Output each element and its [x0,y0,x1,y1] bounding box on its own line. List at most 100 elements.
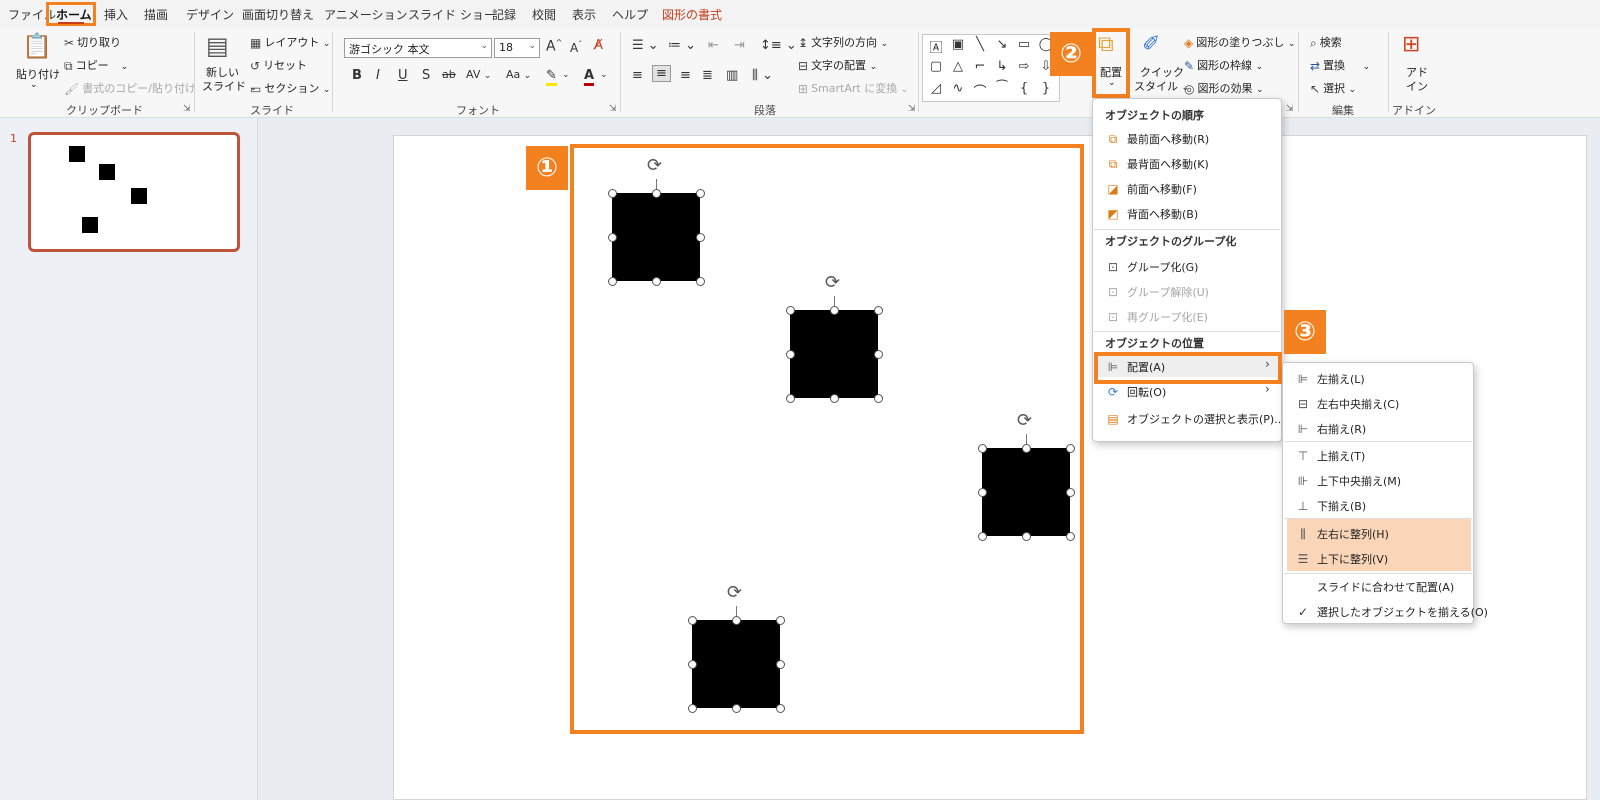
freeform-shape-icon[interactable]: ◿ [925,81,947,96]
copy-button[interactable]: ⧉ コピー ⌄ [64,57,128,74]
left-brace-shape-icon[interactable]: { [1013,81,1035,96]
menu-regroup[interactable]: ⊡ 再グループ化(E) [1105,309,1208,325]
columns-icon[interactable]: ⫼ ⌄ [752,68,773,83]
textbox-shape-icon[interactable]: 🄰 [925,37,947,56]
tab-animations[interactable]: アニメーション [324,6,408,23]
triangle-shape-icon[interactable]: △ [947,59,969,74]
elbow-arrow-icon[interactable]: ↳ [991,59,1013,74]
menu-selection-pane[interactable]: ▤ オブジェクトの選択と表示(P)... [1105,411,1284,427]
submenu-align-left[interactable]: ⊫ 左揃え(L) [1295,371,1365,387]
italic-button[interactable]: I [376,68,380,83]
curve-shape-icon[interactable]: ⁀ [991,81,1013,96]
elbow-connector-icon[interactable]: ⌐ [969,59,991,74]
rounded-rect-shape-icon[interactable]: ▢ [925,59,947,74]
submenu-align-top[interactable]: ⊤ 上揃え(T) [1295,448,1366,464]
select-button[interactable]: ↖ 選択 ⌄ [1310,80,1356,96]
char-spacing-button[interactable]: AV ⌄ [466,68,491,81]
font-launcher-icon[interactable]: ⇲ [609,104,617,114]
find-button[interactable]: ⌕ 検索 [1310,34,1342,51]
highlight-color-icon[interactable]: ✎ [546,68,557,86]
ribbon-tabs: ファイル ホーム 挿入 描画 デザイン 画面切り替え アニメーション スライド … [0,0,1600,28]
tab-view[interactable]: 表示 [572,6,596,23]
submenu-distribute-vertical[interactable]: ☰ 上下に整列(V) [1295,551,1389,567]
submenu-align-to-slide[interactable]: スライドに合わせて配置(A) [1295,579,1454,595]
right-brace-shape-icon[interactable]: } [1035,81,1057,96]
submenu-align-selected[interactable]: ✓ 選択したオブジェクトを揃える(O) [1295,604,1488,620]
align-right-icon[interactable]: ≡ [680,68,691,83]
submenu-align-center[interactable]: ⊟ 左右中央揃え(C) [1295,396,1399,412]
bold-button[interactable]: B [352,68,362,83]
tab-draw[interactable]: 描画 [144,6,168,23]
menu-group[interactable]: ⊡ グループ化(G) [1105,259,1198,275]
addins-button[interactable]: イン [1406,78,1428,94]
tab-transitions[interactable]: 画面切り替え [242,6,314,23]
tab-slideshow[interactable]: スライド ショー [408,6,496,23]
drawing-launcher-icon[interactable]: ⇲ [1286,104,1294,114]
menu-send-backward[interactable]: ◩ 背面へ移動(B) [1105,206,1198,222]
layout-button[interactable]: ▦ レイアウト ⌄ [250,34,330,50]
arc-shape-icon[interactable]: ⌒ [969,81,991,100]
quick-styles-button[interactable]: スタイル ⌄ [1134,78,1189,94]
distributed-icon[interactable]: ▥ [726,68,738,83]
align-center-icon[interactable]: ≡ [652,65,671,82]
menu-bring-forward[interactable]: ◪ 前面へ移動(F) [1105,181,1197,197]
paste-chevron-icon[interactable]: ⌄ [30,80,38,90]
increase-indent-icon[interactable]: ⇥ [734,38,745,53]
line-shape-icon[interactable]: ╲ [969,37,991,52]
tab-review[interactable]: 校閲 [532,6,556,23]
menu-bring-to-front[interactable]: ⧉ 最前面へ移動(R) [1105,131,1210,147]
shape-effects-button[interactable]: ◎ 図形の効果 ⌄ [1184,80,1264,96]
right-arrow-shape-icon[interactable]: ⇨ [1013,59,1035,74]
format-painter-button[interactable]: 🖌 書式のコピー/貼り付け [64,80,196,96]
highlight-chevron-icon[interactable]: ⌄ [562,70,570,80]
align-text-button[interactable]: ⊟ 文字の配置 ⌄ [798,57,877,73]
change-case-button[interactable]: Aa ⌄ [506,68,531,81]
decrease-indent-icon[interactable]: ⇤ [708,38,719,53]
paragraph-launcher-icon[interactable]: ⇲ [908,104,916,114]
cut-button[interactable]: ✂ 切り取り [64,34,121,50]
tab-insert[interactable]: 挿入 [104,6,128,23]
tab-design[interactable]: デザイン [186,6,234,23]
line-spacing-icon[interactable]: ↕≡ ⌄ [760,38,797,53]
tab-shape-format[interactable]: 図形の書式 [662,6,722,23]
menu-rotate[interactable]: ⟳ 回転(O) [1105,384,1166,400]
shrink-font-button[interactable]: Aˇ [570,40,582,55]
smartart-button[interactable]: ⊞ SmartArt に変換 ⌄ [798,80,908,96]
shape-fill-button[interactable]: ◈ 図形の塗りつぶし ⌄ [1184,34,1295,50]
replace-button[interactable]: ⇄ 置換 ⌄ [1310,57,1370,73]
new-slide-button[interactable]: スライド ⌄ [202,78,257,94]
clear-format-icon[interactable]: A̸ [594,38,603,53]
paste-button[interactable]: 貼り付け [16,66,60,82]
tab-help[interactable]: ヘルプ [612,6,648,23]
text-direction-button[interactable]: ↨ 文字列の方向 ⌄ [798,34,888,50]
font-name-combo[interactable]: 游ゴシック 本文 ⌄ [344,38,492,58]
submenu-align-middle[interactable]: ⊪ 上下中央揃え(M) [1295,473,1401,489]
tab-record[interactable]: 記録 [492,6,516,23]
shape-outline-button[interactable]: ✎ 図形の枠線 ⌄ [1184,57,1263,73]
shapes-gallery[interactable]: 🄰 ▣ ╲ ↘ ▭ ◯ ▢ △ ⌐ ↳ ⇨ ⇩ ◿ ∿ ⌒ ⁀ { } [922,34,1060,102]
justify-icon[interactable]: ≣ [702,68,713,83]
bullets-icon[interactable]: ☰ ⌄ [632,38,659,53]
submenu-align-right[interactable]: ⊩ 右揃え(R) [1295,421,1366,437]
submenu-distribute-horizontal[interactable]: ⫼ 左右に整列(H) [1295,526,1389,542]
grow-font-button[interactable]: A^ [546,38,562,55]
menu-send-to-back[interactable]: ⧉ 最背面へ移動(K) [1105,156,1209,172]
scribble-shape-icon[interactable]: ∿ [947,81,969,96]
menu-ungroup[interactable]: ⊡ グループ解除(U) [1105,284,1209,300]
vtextbox-shape-icon[interactable]: ▣ [947,37,969,52]
rectangle-shape-icon[interactable]: ▭ [1013,37,1035,52]
align-left-icon[interactable]: ≡ [632,68,643,83]
font-color-chevron-icon[interactable]: ⌄ [600,70,608,80]
numbering-icon[interactable]: ≔ ⌄ [668,38,696,53]
arrow-line-shape-icon[interactable]: ↘ [991,37,1013,52]
underline-button[interactable]: U [398,68,408,83]
reset-button[interactable]: ↺ リセット [250,57,307,73]
strikethrough-button[interactable]: ab [442,68,456,81]
font-color-icon[interactable]: A [584,68,595,86]
section-button[interactable]: ▭ セクション ⌄ [250,80,330,96]
shadow-button[interactable]: S [422,68,430,83]
slide-thumbnail[interactable] [28,132,240,252]
font-size-combo[interactable]: 18 ⌄ [494,38,540,58]
clipboard-launcher-icon[interactable]: ⇲ [183,104,191,114]
submenu-align-bottom[interactable]: ⊥ 下揃え(B) [1295,498,1366,514]
